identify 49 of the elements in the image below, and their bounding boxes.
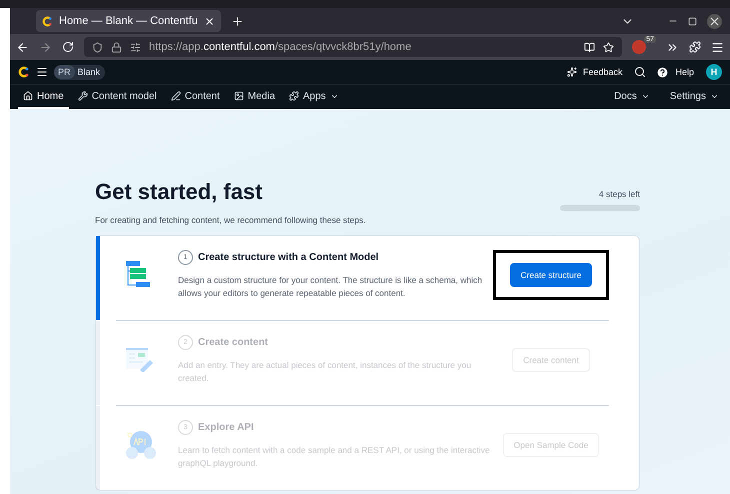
logo-icon bbox=[42, 16, 53, 26]
reader-icon[interactable] bbox=[584, 42, 596, 52]
sparkles-icon[interactable] bbox=[566, 67, 577, 77]
step-description: Add an entry. They are actual pieces of content, instances of the structure you created. bbox=[178, 359, 472, 385]
steps-left-label: 4 steps left bbox=[598, 189, 640, 199]
new-tab-icon[interactable] bbox=[230, 14, 244, 28]
search-icon[interactable] bbox=[634, 66, 646, 78]
nav-tab[interactable]: Media bbox=[228, 85, 280, 109]
pen-icon bbox=[170, 91, 181, 101]
page-subtitle: For creating and fetching content, we recommend following these steps. bbox=[95, 215, 366, 225]
step-description: Learn to fetch content with a code sample and a REST API, or using the interactive graphQL playground. bbox=[178, 444, 491, 470]
address-bar[interactable]: https://app.contentful.com/spaces/qtvvck8br51y/home bbox=[84, 37, 622, 57]
forward-icon[interactable] bbox=[39, 40, 52, 54]
shield-icon bbox=[92, 42, 103, 52]
nav-tab[interactable]: Apps bbox=[284, 85, 344, 109]
logo-icon bbox=[18, 66, 30, 78]
api-globe-icon bbox=[126, 431, 158, 459]
permissions-icon bbox=[130, 42, 141, 52]
menu-icon[interactable] bbox=[36, 66, 48, 78]
wrench-icon bbox=[78, 91, 88, 101]
step-button[interactable]: Create structure bbox=[510, 263, 592, 287]
close-icon[interactable] bbox=[707, 14, 722, 28]
close-icon[interactable] bbox=[204, 16, 215, 26]
page-title: Get started, fast bbox=[95, 179, 264, 205]
extensions-icon[interactable] bbox=[689, 41, 701, 53]
nav-menu[interactable]: Settings bbox=[664, 85, 724, 109]
step-title: Create content bbox=[198, 337, 268, 348]
document-pencil-icon bbox=[126, 348, 154, 372]
maximize-icon[interactable] bbox=[688, 16, 697, 26]
step-title: Explore API bbox=[198, 422, 254, 433]
menu-icon[interactable] bbox=[711, 40, 724, 54]
browser-tab[interactable]: Home — Blank — Contentfu bbox=[36, 10, 221, 32]
step-title: Create structure with a Content Model bbox=[198, 252, 379, 263]
nav-tab[interactable]: Content model bbox=[72, 85, 162, 109]
step-description: Design a custom structure for your content. The structure is like a schema, which allows your editors to generate repeatable pieces of content. bbox=[178, 274, 484, 300]
star-icon[interactable] bbox=[603, 42, 614, 52]
feedback-link[interactable]: Feedback bbox=[582, 67, 622, 77]
reload-icon[interactable] bbox=[62, 41, 74, 53]
puzzle-icon bbox=[289, 91, 300, 101]
space-switcher[interactable]: PR Blank bbox=[54, 64, 106, 80]
nav-menu[interactable]: Docs bbox=[609, 85, 655, 109]
home-icon bbox=[23, 91, 33, 101]
help-icon[interactable] bbox=[656, 66, 670, 78]
nav-tab[interactable]: Content bbox=[166, 85, 225, 109]
back-icon[interactable] bbox=[16, 40, 29, 54]
lock-icon bbox=[111, 42, 122, 52]
image-icon bbox=[234, 91, 244, 101]
help-link[interactable]: Help bbox=[675, 67, 694, 77]
structure-diagram-icon bbox=[126, 261, 152, 289]
